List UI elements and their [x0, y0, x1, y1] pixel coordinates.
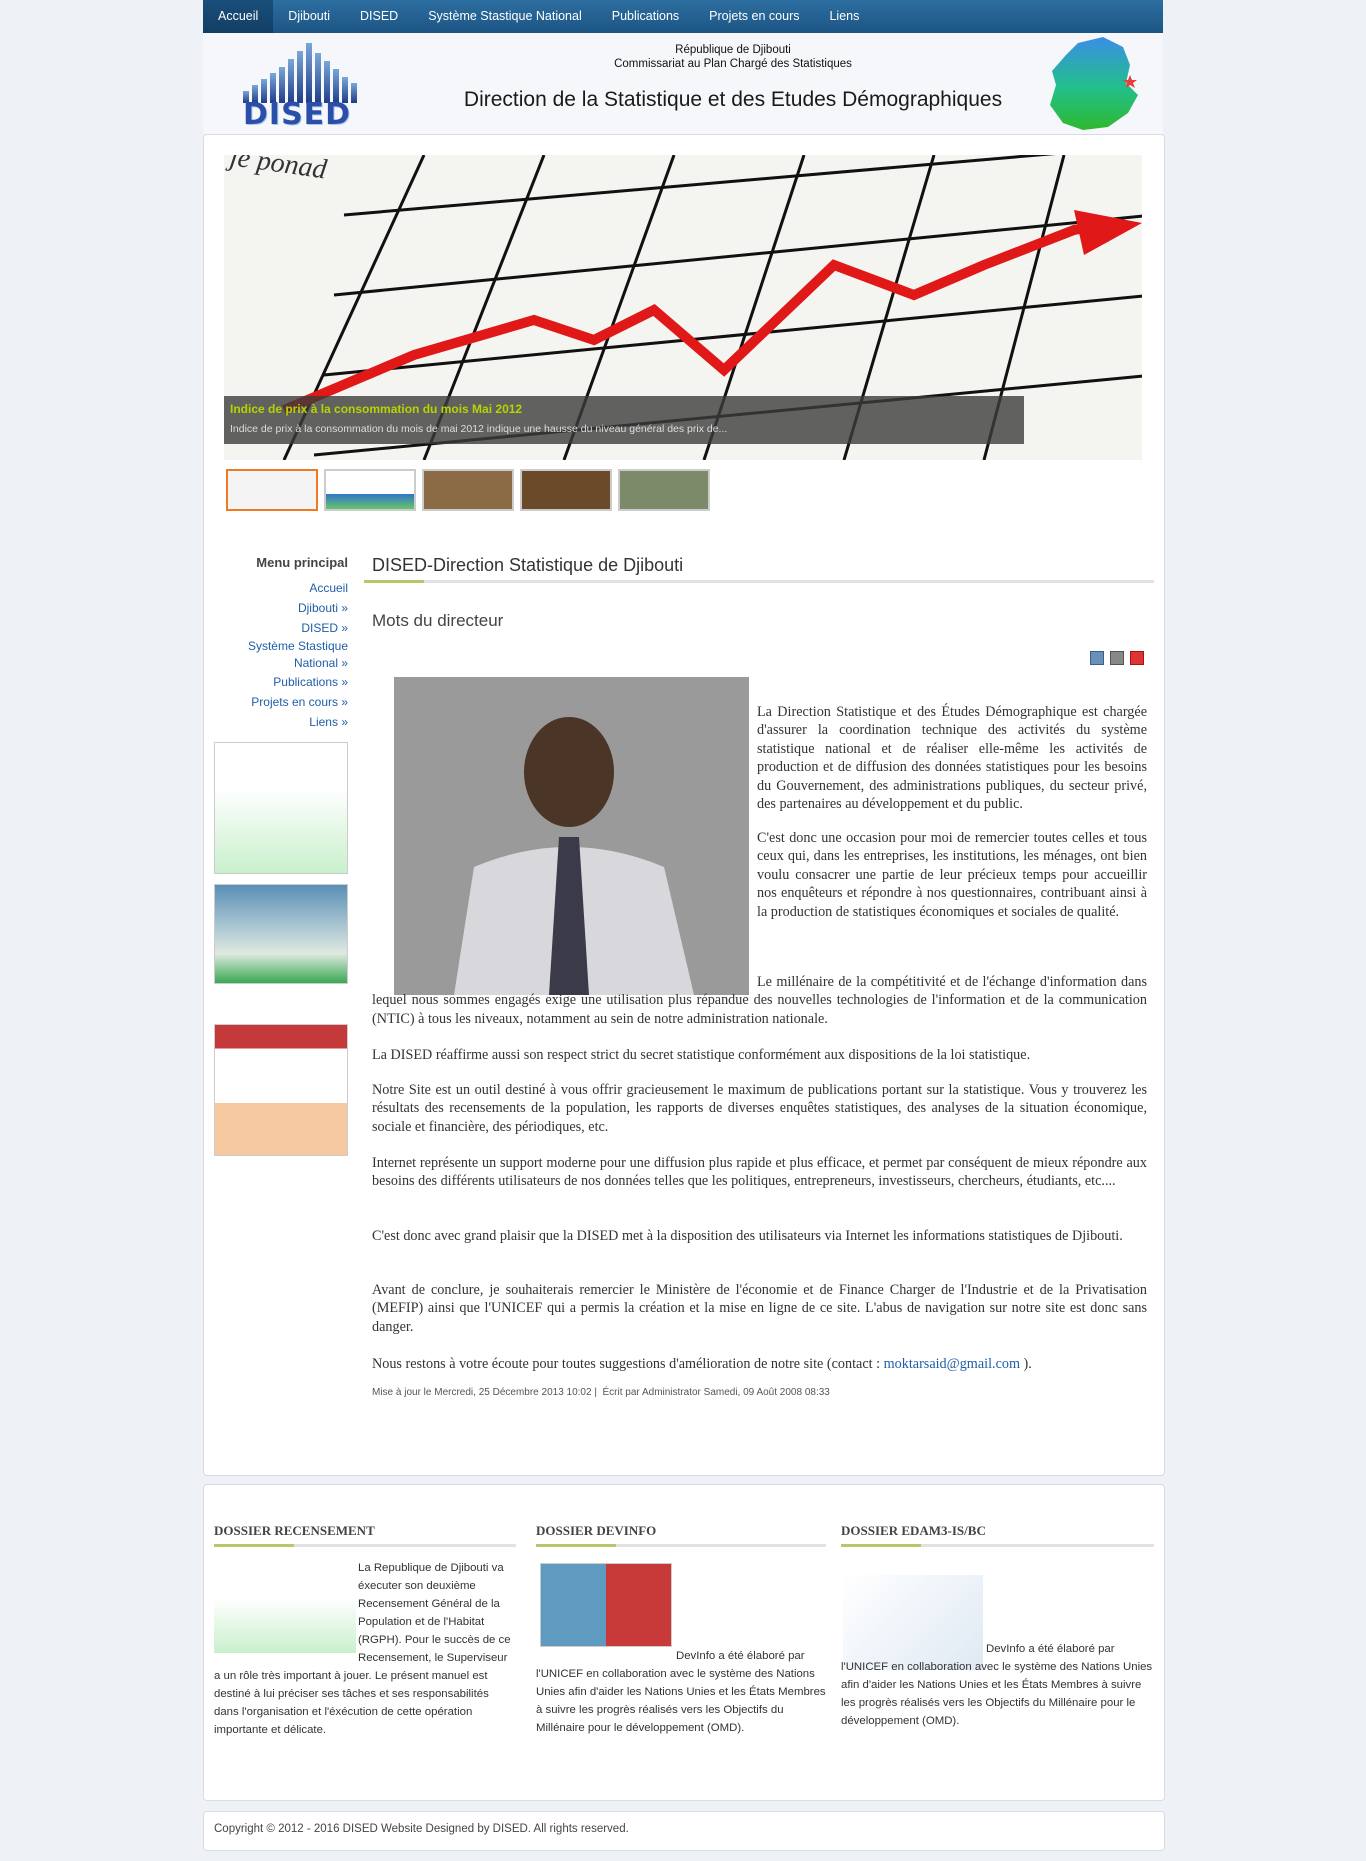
recensement-banner[interactable]	[214, 742, 348, 874]
sidebar-item-national[interactable]: National »	[214, 655, 348, 672]
devinfo-thumbnail[interactable]	[540, 1563, 672, 1647]
paragraph-9: Nous restons à votre écoute pour toutes …	[372, 1355, 1147, 1373]
paragraph-8: Avant de conclure, je souhaiterais remer…	[372, 1282, 1147, 1335]
sidebar-title: Menu principal	[256, 555, 348, 570]
email-icon[interactable]	[1090, 651, 1104, 665]
updated-date: Mise à jour le Mercredi, 25 Décembre 201…	[372, 1387, 592, 1398]
slide-thumb[interactable]	[618, 469, 710, 511]
dised-logo[interactable]: DISED	[243, 97, 351, 132]
print-icon[interactable]	[1110, 651, 1124, 665]
nav-accueil[interactable]: Accueil	[203, 0, 274, 33]
partner-logos	[214, 994, 348, 1014]
slide-text: Indice de prix à la consommation du mois…	[230, 423, 728, 435]
paragraph-4: La DISED réaffirme aussi son respect str…	[372, 1047, 1031, 1063]
paragraph-9-end: ).	[1020, 1356, 1032, 1372]
site-footer: Copyright © 2012 - 2016 DISED Website De…	[203, 1811, 1165, 1851]
module-title-edam: DOSSIER EDAM3-IS/BC	[841, 1523, 1154, 1547]
dashboard-poster[interactable]	[214, 1024, 348, 1156]
site-header: DISED République de Djibouti Commissaria…	[203, 33, 1163, 134]
module-title-devinfo: DOSSIER DEVINFO	[536, 1523, 826, 1547]
slide-thumb[interactable]	[520, 469, 612, 511]
recensement-thumbnail[interactable]	[214, 1563, 356, 1653]
background-handwriting: je ponad	[225, 155, 330, 186]
written-by: Écrit par Administrator Samedi, 09 Août …	[602, 1387, 830, 1398]
slide-caption: Indice de prix à la consommation du mois…	[224, 396, 1024, 444]
slider-thumbnails	[226, 469, 710, 511]
djibouti-map-icon	[1050, 37, 1138, 130]
section-title: DISED-Direction Statistique de Djibouti	[364, 555, 1154, 583]
paragraph-2: C'est donc une occasion pour moi de reme…	[757, 830, 1147, 920]
nav-djibouti[interactable]: Djibouti	[273, 0, 345, 33]
nav-publications[interactable]: Publications	[597, 0, 694, 33]
commissariat-label: Commissariat au Plan Chargé des Statisti…	[614, 58, 852, 70]
header-republic: République de Djibouti Commissariat au P…	[533, 43, 933, 71]
bottom-modules: DOSSIER RECENSEMENT La Republique de Dji…	[203, 1484, 1165, 1801]
sidebar-item-publications[interactable]: Publications »	[214, 672, 348, 692]
sidebar-item-liens[interactable]: Liens »	[214, 712, 348, 732]
module-text-devinfo: DevInfo a été élaboré par l'UNICEF en co…	[536, 1650, 826, 1734]
module-recensement: DOSSIER RECENSEMENT La Republique de Dji…	[214, 1523, 516, 1739]
sidebar-item-dised[interactable]: DISED »	[214, 618, 348, 638]
paragraph-9-text: Nous restons à votre écoute pour toutes …	[372, 1356, 884, 1372]
paragraph-3: Le millénaire de la compétitivité et de …	[372, 974, 1147, 1027]
paragraph-1: La Direction Statistique et des Études D…	[757, 704, 1147, 813]
slide-thumb[interactable]	[422, 469, 514, 511]
sidebar: Menu principal Accueil Djibouti » DISED …	[214, 555, 348, 1156]
slide-title[interactable]: Indice de prix à la consommation du mois…	[230, 402, 522, 416]
pdf-icon[interactable]	[1130, 651, 1144, 665]
sidebar-item-accueil[interactable]: Accueil	[214, 578, 348, 598]
main-content-box: je ponad Indice de prix à la consommatio…	[203, 134, 1165, 1476]
slide-thumb[interactable]	[226, 469, 318, 511]
paragraph-5: Notre Site est un outil destiné à vous o…	[372, 1082, 1147, 1135]
article: DISED-Direction Statistique de Djibouti …	[364, 555, 1154, 1398]
top-navigation: Accueil Djibouti DISED Système Stastique…	[203, 0, 1163, 34]
sidebar-item-djibouti[interactable]: Djibouti »	[214, 598, 348, 618]
nav-dised[interactable]: DISED	[345, 0, 413, 33]
copyright-text: Copyright © 2012 - 2016 DISED Website De…	[214, 1823, 629, 1835]
paragraph-6: Internet représente un support moderne p…	[372, 1155, 1147, 1190]
devinfo-banner[interactable]	[214, 884, 348, 984]
site-title: Direction de la Statistique et des Etude…	[463, 88, 1003, 111]
module-edam: DOSSIER EDAM3-IS/BC DevInfo a été élabor…	[841, 1523, 1154, 1730]
article-meta: Mise à jour le Mercredi, 25 Décembre 201…	[372, 1387, 830, 1398]
slide-thumb[interactable]	[324, 469, 416, 511]
contact-email-link[interactable]: moktarsaid@gmail.com	[884, 1356, 1020, 1372]
module-text-edam: DevInfo a été élaboré par l'UNICEF en co…	[841, 1643, 1153, 1727]
logo-bars-graphic	[243, 43, 383, 103]
republic-label: République de Djibouti	[675, 44, 791, 56]
sidebar-item-systeme[interactable]: Système Stastique	[214, 638, 348, 655]
article-tools	[1090, 651, 1144, 665]
paragraph-7: C'est donc avec grand plaisir que la DIS…	[372, 1228, 1123, 1244]
image-slider[interactable]: je ponad Indice de prix à la consommatio…	[224, 155, 1142, 460]
module-devinfo: DOSSIER DEVINFO DevInfo a été élaboré pa…	[536, 1523, 826, 1737]
nav-projets[interactable]: Projets en cours	[694, 0, 814, 33]
nav-liens[interactable]: Liens	[814, 0, 874, 33]
sidebar-item-projets[interactable]: Projets en cours »	[214, 692, 348, 712]
director-photo	[394, 677, 749, 995]
module-title-recensement: DOSSIER RECENSEMENT	[214, 1523, 516, 1547]
nav-systeme-statistique[interactable]: Système Stastique National	[413, 0, 597, 33]
article-subtitle: Mots du directeur	[372, 611, 504, 630]
